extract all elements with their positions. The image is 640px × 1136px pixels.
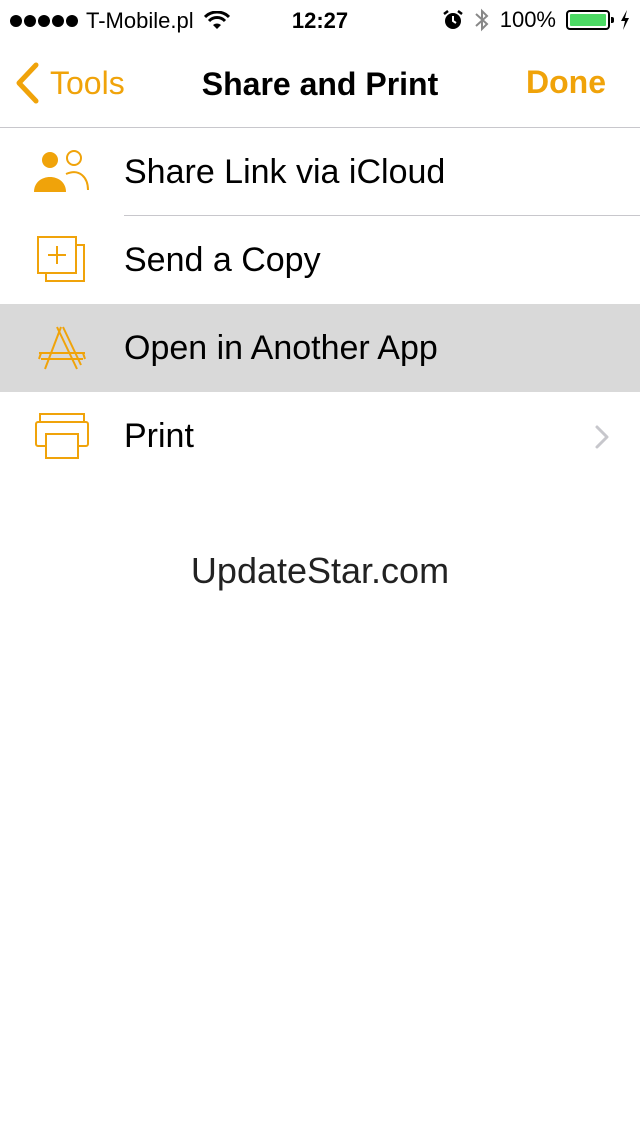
status-right: 100% (442, 7, 630, 33)
people-icon (34, 146, 90, 198)
share-options-list: Share Link via iCloud Send a Copy Open i… (0, 128, 640, 480)
watermark-text: UpdateStar.com (190, 550, 450, 591)
menu-item-print[interactable]: Print (0, 392, 640, 480)
menu-item-label: Print (124, 416, 194, 455)
menu-item-send-copy[interactable]: Send a Copy (0, 216, 640, 304)
battery-fill (570, 14, 606, 26)
menu-item-label: Send a Copy (124, 240, 321, 279)
menu-item-label: Open in Another App (124, 328, 438, 367)
menu-item-open-in-app[interactable]: Open in Another App (0, 304, 640, 392)
battery-icon (566, 10, 614, 30)
battery-percent: 100% (499, 7, 556, 32)
copy-icon (34, 234, 90, 286)
chevron-right-icon (595, 425, 609, 449)
status-bar: T-Mobile.pl 12:27 100% (0, 0, 640, 40)
done-button[interactable]: Done (526, 64, 606, 101)
printer-icon (34, 410, 90, 462)
app-store-icon (34, 322, 90, 374)
bluetooth-icon (475, 8, 489, 32)
charging-icon (621, 10, 629, 30)
navigation-bar: Tools Share and Print Done (0, 40, 640, 128)
menu-item-label: Share Link via iCloud (124, 152, 446, 191)
alarm-icon (442, 10, 463, 29)
menu-item-share-link[interactable]: Share Link via iCloud (0, 128, 640, 216)
